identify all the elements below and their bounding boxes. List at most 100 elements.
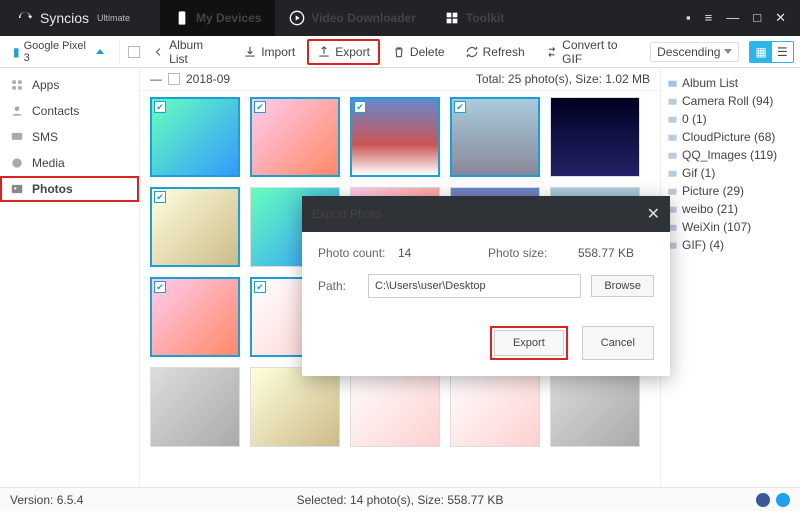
check-icon: ✔ <box>254 101 266 113</box>
folder-icon <box>667 114 678 125</box>
sort-label: Descending <box>657 45 720 59</box>
path-input[interactable] <box>368 274 581 298</box>
btn-label: Import <box>261 45 295 59</box>
photo-thumb[interactable] <box>250 367 340 447</box>
album-item[interactable]: Album List <box>665 74 796 92</box>
social-links <box>756 493 790 507</box>
dialog-header: Export Photo ✕ <box>302 196 670 232</box>
photo-thumb[interactable] <box>550 367 640 447</box>
delete-button[interactable]: Delete <box>384 39 453 65</box>
photo-thumb[interactable] <box>450 367 540 447</box>
sidebar-item-media[interactable]: Media <box>0 150 139 176</box>
album-list-button[interactable]: Album List <box>144 39 232 65</box>
device-selector[interactable]: ▮ Google Pixel 3 <box>6 37 111 67</box>
check-icon: ✔ <box>354 101 366 113</box>
photo-thumb[interactable]: ✔ <box>150 277 240 357</box>
cancel-button[interactable]: Cancel <box>582 326 654 360</box>
photo-thumb[interactable] <box>350 367 440 447</box>
device-name: Google Pixel 3 <box>24 40 92 64</box>
sidebar-item-sms[interactable]: SMS <box>0 124 139 150</box>
tab-label: Toolkit <box>466 11 504 25</box>
selection-label: Selected: 14 photo(s), Size: 558.77 KB <box>297 493 504 507</box>
check-icon: ✔ <box>154 101 166 113</box>
grid-view-button[interactable]: ▦ <box>750 42 771 62</box>
album-item[interactable]: QQ_Images (119) <box>665 146 796 164</box>
folder-icon <box>667 150 678 161</box>
import-button[interactable]: Import <box>235 39 303 65</box>
list-view-button[interactable]: ☰ <box>772 42 793 62</box>
folder-icon <box>667 78 678 89</box>
maximize-icon[interactable]: □ <box>753 10 761 26</box>
check-icon: ✔ <box>154 281 166 293</box>
check-icon: ✔ <box>154 191 166 203</box>
btn-label: Convert to GIF <box>562 38 638 66</box>
select-all-checkbox[interactable] <box>128 46 140 58</box>
album-item[interactable]: weibo (21) <box>665 200 796 218</box>
dialog-title: Export Photo <box>312 207 381 221</box>
sort-dropdown[interactable]: Descending <box>650 42 739 62</box>
btn-label: Album List <box>169 38 223 66</box>
app-logo: Syncios Ultimate <box>6 9 140 27</box>
sidebar: Apps Contacts SMS Media Photos <box>0 68 140 487</box>
refresh-button[interactable]: Refresh <box>457 39 533 65</box>
album-item[interactable]: Camera Roll (94) <box>665 92 796 110</box>
sidebar-item-photos[interactable]: Photos <box>0 176 139 202</box>
facebook-icon[interactable] <box>756 493 770 507</box>
photo-thumb[interactable]: ✔ <box>150 97 240 177</box>
photo-thumb[interactable]: ✔ <box>150 187 240 267</box>
album-item[interactable]: WeiXin (107) <box>665 218 796 236</box>
btn-label: Refresh <box>483 45 525 59</box>
album-checkbox[interactable] <box>168 73 180 85</box>
sb-label: Apps <box>32 78 59 92</box>
top-tabs: My Devices Video Downloader Toolkit <box>160 0 518 36</box>
sb-label: Photos <box>32 182 73 196</box>
export-button[interactable]: Export <box>307 39 380 65</box>
close-icon[interactable]: ✕ <box>775 10 786 26</box>
twitter-icon[interactable] <box>776 493 790 507</box>
tab-label: Video Downloader <box>311 11 415 25</box>
app-name: Syncios <box>40 10 89 26</box>
album-item[interactable]: Picture (29) <box>665 182 796 200</box>
browse-button[interactable]: Browse <box>591 275 654 297</box>
sidebar-item-apps[interactable]: Apps <box>0 72 139 98</box>
sb-label: Contacts <box>32 104 79 118</box>
album-total: Total: 25 photo(s), Size: 1.02 MB <box>476 72 650 86</box>
tab-my-devices[interactable]: My Devices <box>160 0 275 36</box>
album-item[interactable]: 0 (1) <box>665 110 796 128</box>
tab-toolkit[interactable]: Toolkit <box>430 0 518 36</box>
photo-thumb[interactable]: ✔ <box>350 97 440 177</box>
sb-label: SMS <box>32 130 58 144</box>
photos-icon <box>10 182 24 196</box>
photo-size-label: Photo size: <box>488 246 578 260</box>
title-bar: Syncios Ultimate My Devices Video Downlo… <box>0 0 800 36</box>
photo-thumb[interactable]: ✔ <box>450 97 540 177</box>
photo-thumb[interactable]: ✔ <box>250 97 340 177</box>
apps-icon <box>10 78 24 92</box>
feedback-icon[interactable]: ▪ <box>686 10 691 26</box>
photo-count-value: 14 <box>398 246 488 260</box>
photo-thumb[interactable] <box>550 97 640 177</box>
btn-label: Delete <box>410 45 445 59</box>
album-list-pane: Album List Camera Roll (94) 0 (1) CloudP… <box>660 68 800 487</box>
photo-thumb[interactable] <box>150 367 240 447</box>
sb-label: Media <box>32 156 65 170</box>
check-icon: ✔ <box>454 101 466 113</box>
menu-icon[interactable]: ≡ <box>705 10 713 26</box>
version-label: Version: 6.5.4 <box>10 493 83 507</box>
tab-video-downloader[interactable]: Video Downloader <box>275 0 429 36</box>
export-confirm-button[interactable]: Export <box>494 330 564 356</box>
convert-gif-button[interactable]: Convert to GIF <box>537 39 646 65</box>
folder-icon <box>667 168 678 179</box>
status-bar: Version: 6.5.4 Selected: 14 photo(s), Si… <box>0 487 800 511</box>
sidebar-item-contacts[interactable]: Contacts <box>0 98 139 124</box>
close-icon[interactable]: ✕ <box>647 204 660 224</box>
album-item[interactable]: Gif (1) <box>665 164 796 182</box>
phone-icon <box>174 10 190 26</box>
refresh-icon <box>465 45 479 59</box>
import-icon <box>243 45 257 59</box>
album-item[interactable]: CloudPicture (68) <box>665 128 796 146</box>
window-controls: ▪ ≡ — □ ✕ <box>686 10 794 26</box>
minimize-icon[interactable]: — <box>726 10 739 26</box>
export-icon <box>317 45 331 59</box>
album-item[interactable]: GIF) (4) <box>665 236 796 254</box>
